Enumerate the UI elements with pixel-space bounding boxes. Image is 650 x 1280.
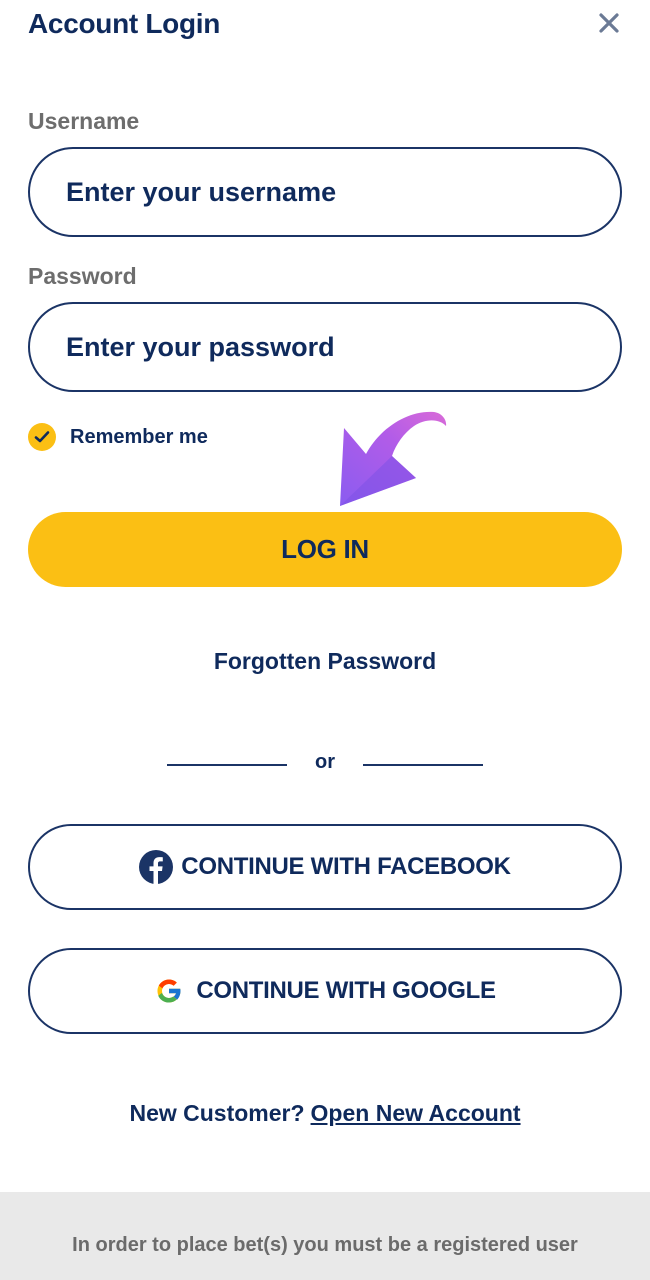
login-button[interactable]: LOG IN — [28, 512, 622, 587]
facebook-icon — [139, 850, 174, 884]
footer-notice: In order to place bet(s) you must be a r… — [72, 1234, 578, 1256]
username-label: Username — [28, 108, 140, 134]
footer-banner: In order to place bet(s) you must be a r… — [0, 1192, 650, 1280]
close-button[interactable] — [592, 6, 626, 40]
new-customer-prompt: New Customer? — [129, 1100, 305, 1126]
divider-line-right — [363, 764, 483, 766]
new-customer-row: New Customer? Open New Account — [0, 1100, 650, 1127]
forgotten-password-link[interactable]: Forgotten Password — [0, 648, 650, 675]
page-title: Account Login — [28, 8, 221, 39]
google-button-label: CONTINUE WITH GOOGLE — [196, 977, 496, 1004]
facebook-button-label: CONTINUE WITH FACEBOOK — [181, 853, 511, 880]
password-label: Password — [28, 263, 137, 289]
password-input[interactable] — [30, 304, 620, 390]
close-icon — [599, 13, 619, 33]
open-new-account-link[interactable]: Open New Account — [311, 1100, 521, 1126]
password-field-container — [28, 302, 622, 392]
continue-with-facebook-button[interactable]: CONTINUE WITH FACEBOOK — [28, 824, 622, 910]
username-input[interactable] — [30, 149, 620, 235]
remember-me-toggle[interactable]: Remember me — [28, 422, 208, 452]
remember-me-label: Remember me — [70, 425, 208, 448]
continue-with-google-button[interactable]: CONTINUE WITH GOOGLE — [28, 948, 622, 1034]
divider-or-text: or — [315, 751, 335, 773]
remember-me-checkbox[interactable] — [28, 423, 56, 451]
login-button-label: LOG IN — [281, 534, 369, 564]
google-icon — [157, 979, 182, 1003]
pointer-arrow-icon — [340, 411, 447, 506]
username-field-container — [28, 147, 622, 237]
check-icon — [34, 431, 50, 443]
